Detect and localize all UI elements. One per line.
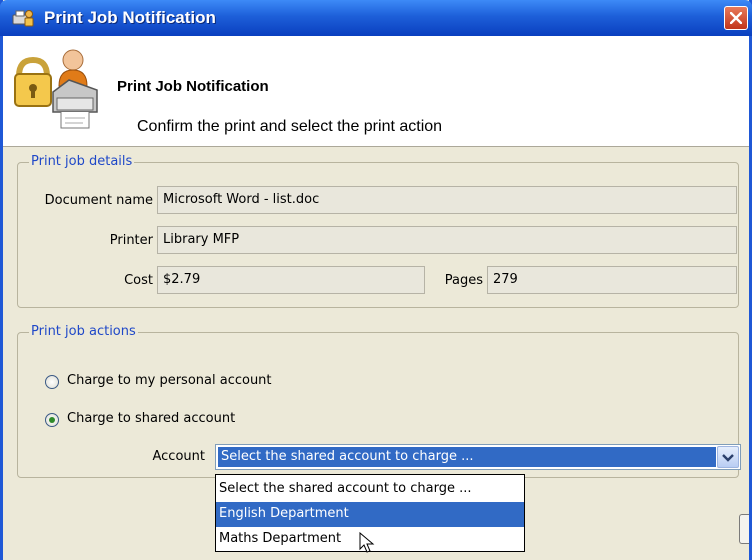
chevron-down-icon [722,454,734,462]
account-label: Account [152,449,206,464]
ok-button-edge[interactable] [739,514,749,544]
mouse-pointer-icon [359,531,375,558]
window-title: Print Job Notification [44,8,216,27]
cost-label: Cost [124,273,153,288]
account-select-value: Select the shared account to charge ... [218,447,716,467]
header-subtitle: Confirm the print and select the print a… [137,118,443,135]
cost-field[interactable]: $2.79 [157,266,425,294]
shared-account-label[interactable]: Charge to shared account [67,411,235,426]
shared-account-radio[interactable] [45,413,59,427]
personal-account-label[interactable]: Charge to my personal account [67,373,272,388]
account-select[interactable]: Select the shared account to charge ... [215,444,741,470]
document-name-label: Document name [44,193,153,208]
account-option[interactable]: Select the shared account to charge ... [216,477,524,502]
account-option-highlighted[interactable]: English Department [216,502,524,527]
close-button[interactable] [724,6,748,30]
dropdown-button[interactable] [717,446,739,468]
print-job-actions-legend: Print job actions [29,324,138,339]
radio-selected-dot [49,417,55,423]
document-name-field[interactable]: Microsoft Word - list.doc [157,186,737,214]
close-icon [730,12,742,24]
printer-label: Printer [109,233,153,248]
title-bar[interactable]: Print Job Notification [0,0,752,36]
print-job-details-legend: Print job details [29,154,135,169]
personal-account-radio[interactable] [45,375,59,389]
dialog-window: Print Job Notification Print Job Notific… [0,0,752,560]
header-title: Print Job Notification [117,78,269,95]
pages-field[interactable]: 279 [487,266,737,294]
printer-with-users-icon [13,42,99,134]
printer-field[interactable]: Library MFP [157,226,737,254]
dialog-header: Print Job Notification Confirm the print… [3,36,749,147]
printer-lock-icon [12,8,34,28]
pages-label: Pages [444,273,483,288]
